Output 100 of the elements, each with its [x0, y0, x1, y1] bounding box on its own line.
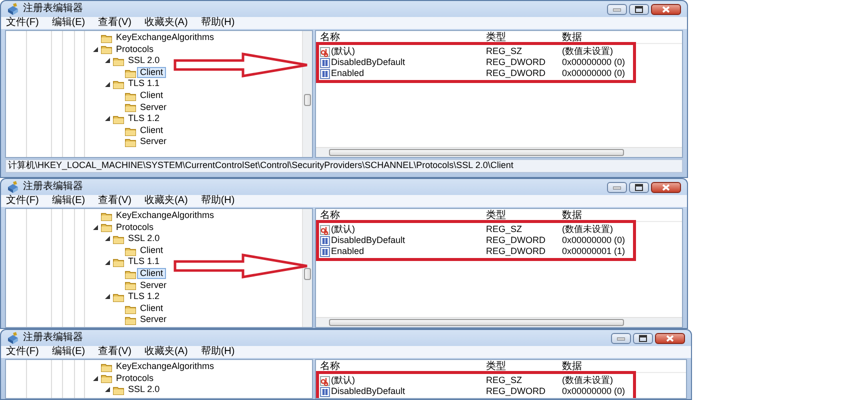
folder-icon [125, 268, 136, 279]
table-cell: 0x00000001 (1) [562, 246, 626, 257]
menu-item[interactable]: 文件(F) [6, 195, 39, 207]
menu-item[interactable]: 帮助(H) [200, 17, 235, 29]
binary-value-icon [320, 68, 330, 78]
menu-item[interactable]: 帮助(H) [200, 346, 235, 358]
close-button[interactable] [655, 332, 685, 344]
menu-item[interactable]: 文件(F) [6, 346, 39, 358]
tree-item[interactable]: Client [137, 66, 166, 78]
menu-item[interactable]: 查看(V) [98, 346, 132, 358]
table-cell-text: REG_DWORD [486, 246, 547, 257]
column-header[interactable]: 名称 [316, 360, 486, 372]
column-header[interactable]: 类型 [486, 360, 562, 372]
tree-item[interactable]: Client [137, 124, 166, 136]
tree-item[interactable]: Server [137, 280, 170, 292]
tree-item[interactable]: Protocols [113, 372, 157, 384]
tree-item[interactable]: Client [137, 302, 166, 314]
folder-icon [125, 102, 136, 112]
tree-item[interactable]: Client [137, 244, 166, 256]
string-value-icon [320, 224, 330, 234]
scrollbar[interactable] [316, 317, 682, 327]
tree-item[interactable]: Client [137, 268, 166, 280]
menu-item[interactable]: 收藏夹(A) [144, 195, 188, 207]
value-name: DisabledByDefault [331, 57, 406, 68]
tree-item[interactable]: TLS 1.1 [125, 256, 163, 268]
tree-item[interactable]: SSL 2.0 [125, 55, 163, 67]
tree-item[interactable]: TLS 1.2 [125, 291, 163, 303]
scrollbar[interactable] [302, 209, 312, 327]
tree-item[interactable]: SSL 2.0 [125, 233, 163, 245]
scrollbar-thumb[interactable] [304, 94, 311, 106]
minimize-icon [613, 6, 621, 12]
menu-item[interactable]: 收藏夹(A) [144, 346, 188, 358]
menu-item[interactable]: 编辑(E) [52, 346, 86, 358]
table-cell: (数值未设置) [562, 375, 613, 386]
tree-item[interactable]: Client [137, 90, 166, 102]
table-cell-text: REG_SZ [486, 224, 524, 235]
table-cell-text: REG_DWORD [486, 386, 547, 397]
menu-item[interactable]: 编辑(E) [52, 17, 86, 29]
folder-icon [101, 44, 112, 54]
minimize-button[interactable] [607, 182, 627, 192]
table-cell-text: REG_DWORD [486, 68, 547, 79]
folder-icon [125, 137, 136, 148]
column-header[interactable]: 数据 [562, 209, 582, 222]
maximize-button[interactable] [633, 332, 653, 344]
scrollbar-thumb[interactable] [304, 268, 311, 280]
column-header[interactable]: 类型 [486, 209, 562, 222]
tree-item[interactable]: Server [137, 102, 170, 114]
minimize-icon [617, 336, 625, 340]
close-button[interactable] [651, 182, 681, 192]
maximize-button[interactable] [629, 4, 649, 14]
value-name: (默认) [331, 224, 355, 235]
folder-icon [125, 126, 136, 136]
column-header[interactable]: 名称 [316, 31, 486, 44]
tree-item[interactable]: Server [137, 136, 170, 148]
scrollbar[interactable] [302, 31, 312, 157]
scrollbar-thumb[interactable] [329, 319, 624, 326]
binary-value-icon [320, 236, 330, 246]
column-header[interactable]: 类型 [486, 31, 562, 44]
menu-item[interactable]: 收藏夹(A) [144, 17, 188, 29]
close-button[interactable] [651, 4, 681, 14]
folder-icon [113, 56, 124, 66]
string-value-icon [320, 46, 330, 56]
folder-icon [125, 304, 136, 314]
maximize-button[interactable] [629, 182, 649, 192]
tree-item[interactable]: SSL 2.0 [125, 384, 163, 396]
maximize-icon [635, 6, 643, 12]
window-title: 注册表编辑器 [23, 332, 83, 344]
folder-icon [113, 79, 124, 90]
tree-item[interactable]: Protocols [113, 44, 157, 56]
binary-value-icon [320, 246, 330, 256]
minimize-button[interactable] [607, 4, 627, 14]
table-cell: (数值未设置) [562, 224, 613, 235]
tree-item[interactable]: KeyExchangeAlgorithms [113, 32, 218, 44]
close-icon [666, 334, 674, 342]
column-header[interactable]: 名称 [316, 209, 486, 222]
scrollbar-thumb[interactable] [329, 149, 624, 156]
folder-icon [113, 234, 124, 244]
tree-item[interactable]: TLS 1.1 [125, 78, 163, 90]
folder-icon [101, 210, 112, 221]
menu-item[interactable]: 帮助(H) [200, 195, 235, 207]
tree-item[interactable]: Protocols [113, 222, 157, 234]
table-cell: (数值未设置) [562, 46, 613, 57]
tree-item[interactable]: KeyExchangeAlgorithms [113, 210, 218, 222]
folder-icon [125, 68, 136, 78]
registry-editor-icon [7, 3, 19, 15]
string-value-icon [320, 376, 330, 386]
tree-item[interactable]: Server [137, 314, 170, 326]
column-header[interactable]: 数据 [562, 31, 582, 44]
menu-item[interactable]: 查看(V) [98, 17, 132, 29]
tree-item[interactable]: KeyExchangeAlgorithms [113, 361, 218, 372]
minimize-icon [613, 184, 621, 190]
tree-item[interactable]: TLS 1.2 [125, 113, 163, 125]
folder-icon [125, 246, 136, 256]
menu-item[interactable]: 编辑(E) [52, 195, 86, 207]
scrollbar[interactable] [316, 147, 682, 157]
folder-icon [113, 114, 124, 124]
minimize-button[interactable] [611, 332, 631, 344]
menu-item[interactable]: 文件(F) [6, 17, 39, 29]
column-header[interactable]: 数据 [562, 360, 582, 372]
menu-item[interactable]: 查看(V) [98, 195, 132, 207]
